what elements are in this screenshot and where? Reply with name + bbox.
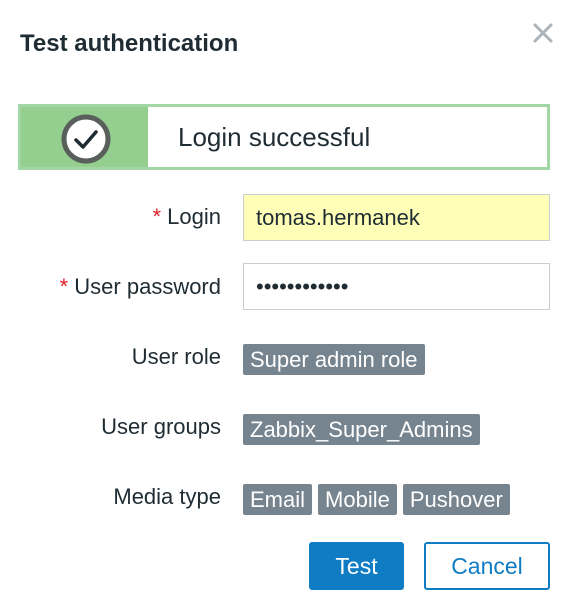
user-group-tag: Zabbix_Super_Admins <box>243 414 480 445</box>
message-text: Login successful <box>178 121 371 152</box>
password-label-text: User password <box>74 274 221 299</box>
user-groups-label: User groups <box>101 414 221 439</box>
media-type-tag: Pushover <box>402 484 510 515</box>
user-role-tags: Super admin role <box>243 344 425 375</box>
media-type-label: Media type <box>113 484 221 509</box>
media-type-tag: Mobile <box>318 484 397 515</box>
user-role-label: User role <box>131 344 221 369</box>
login-label-text: Login <box>167 204 221 229</box>
close-icon <box>533 23 553 43</box>
dialog-title: Test authentication <box>20 30 239 57</box>
check-circle-icon <box>61 114 111 164</box>
password-label: * User password <box>60 274 221 300</box>
required-marker: * <box>152 204 162 229</box>
login-label: * Login <box>152 204 221 230</box>
cancel-button[interactable]: Cancel <box>424 542 550 590</box>
test-button[interactable]: Test <box>309 542 404 590</box>
message-icon-area <box>21 107 148 167</box>
required-marker: * <box>59 274 69 299</box>
media-type-tag: Email <box>243 484 313 515</box>
password-input[interactable] <box>243 263 550 310</box>
test-authentication-dialog: Test authentication Login successful * L… <box>0 0 567 608</box>
user-groups-tags: Zabbix_Super_Admins <box>243 414 480 445</box>
login-input[interactable] <box>243 194 550 241</box>
success-message: Login successful <box>18 104 550 170</box>
close-button[interactable] <box>528 18 558 48</box>
user-role-tag: Super admin role <box>243 344 425 375</box>
media-type-tags: Email Mobile Pushover <box>243 484 510 515</box>
